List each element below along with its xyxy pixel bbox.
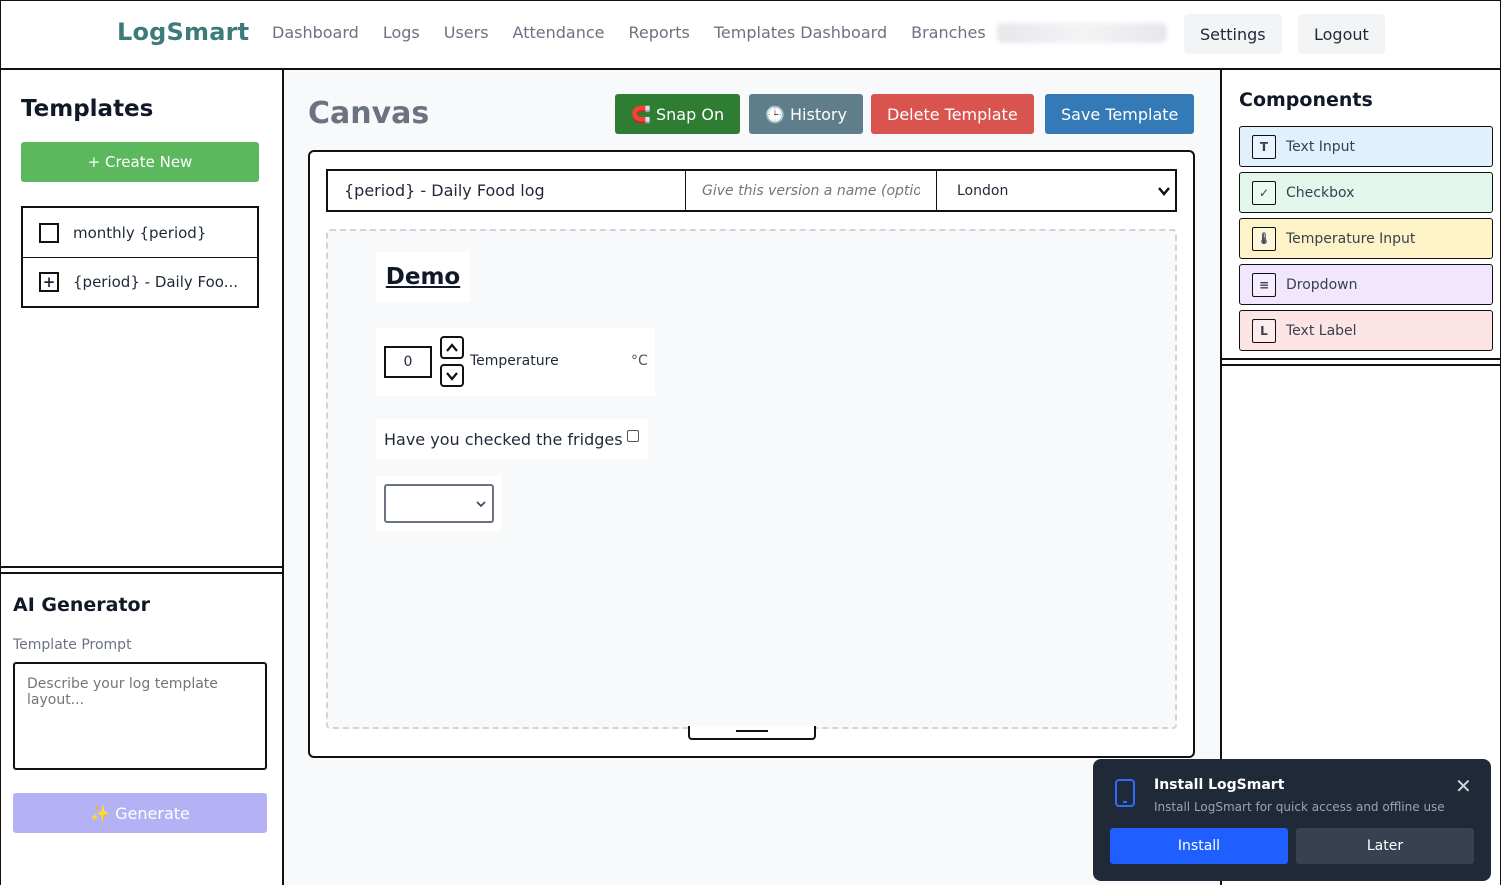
canvas-dropdown[interactable] [376,476,502,531]
component-text-input[interactable]: T Text Input [1239,126,1493,167]
template-name-input[interactable]: {period} - Daily Food log [328,171,686,210]
text-label-icon: L [1252,318,1276,343]
template-prompt-label: Template Prompt [13,637,132,653]
component-label: Dropdown [1286,276,1358,293]
ai-generator-title: AI Generator [13,594,150,616]
chevron-down-icon [476,500,486,507]
component-label: Text Input [1286,138,1356,155]
dropdown-icon: ≡ [1252,272,1276,297]
main-nav: Dashboard Logs Users Attendance Reports … [272,23,1010,42]
canvas-text-label[interactable]: Demo [376,252,470,302]
delete-template-button[interactable]: Delete Template [871,94,1034,134]
increment-button[interactable] [440,336,464,359]
nav-dashboard[interactable]: Dashboard [272,23,359,42]
canvas-frame: {period} - Daily Food log London Demo 0 … [308,150,1195,758]
components-title: Components [1239,89,1373,111]
nav-branches[interactable]: Branches [911,23,986,42]
generate-button[interactable]: ✨ Generate [13,793,267,833]
nav-reports[interactable]: Reports [628,23,689,42]
temperature-value-input[interactable]: 0 [384,346,432,378]
component-temperature-input[interactable]: 🌡 Temperature Input [1239,218,1493,259]
top-navbar: LogSmart Dashboard Logs Users Attendance… [0,0,1501,70]
nav-logs[interactable]: Logs [383,23,420,42]
canvas-area: Canvas 🧲 Snap On 🕒 History Delete Templa… [284,70,1220,885]
thermometer-icon: 🌡 [1252,226,1276,251]
decrement-button[interactable] [440,364,464,387]
checkbox-icon: ✓ [1252,180,1276,205]
install-toast: Install LogSmart Install LogSmart for qu… [1093,759,1491,881]
chevron-down-icon [1158,186,1170,196]
logout-button[interactable]: Logout [1298,14,1385,54]
expand-icon[interactable]: + [39,272,59,292]
component-label: Checkbox [1286,184,1355,201]
later-button[interactable]: Later [1296,828,1474,864]
templates-sidebar: Templates + Create New monthly {period} … [0,70,284,885]
settings-button[interactable]: Settings [1184,14,1282,54]
install-button[interactable]: Install [1110,828,1288,864]
blurred-user-info [997,23,1167,43]
nav-templates-dashboard[interactable]: Templates Dashboard [714,23,887,42]
template-checkbox[interactable] [39,222,59,243]
component-text-label[interactable]: L Text Label [1239,310,1493,351]
temperature-label: Temperature [470,353,559,369]
close-icon[interactable]: ✕ [1455,774,1472,798]
chevron-down-icon [446,371,458,381]
save-template-button[interactable]: Save Template [1045,94,1195,134]
section-divider [1222,358,1501,366]
dropdown-select[interactable] [384,484,494,523]
template-prompt-input[interactable] [13,662,267,770]
template-item-label: monthly {period} [73,223,207,242]
template-item-label: {period} - Daily Foo... [73,273,239,291]
component-label: Text Label [1286,322,1357,339]
branch-select[interactable]: London [937,171,1175,210]
phone-icon [1115,779,1135,807]
template-item[interactable]: monthly {period} [23,208,257,257]
canvas-drop-zone[interactable]: Demo 0 Temperature °C Have you checked t… [326,229,1177,729]
template-list: monthly {period} + {period} - Daily Foo.… [21,206,259,308]
fridge-checkbox[interactable] [626,430,639,442]
canvas-temperature-input[interactable]: 0 Temperature °C [376,328,655,396]
nav-attendance[interactable]: Attendance [513,23,605,42]
nav-users[interactable]: Users [444,23,489,42]
version-name-input[interactable] [686,171,937,210]
toast-subtitle: Install LogSmart for quick access and of… [1154,800,1445,814]
canvas-checkbox[interactable]: Have you checked the fridges [376,419,648,459]
template-meta-row: {period} - Daily Food log London [326,169,1177,212]
canvas-title: Canvas [308,96,430,131]
text-input-icon: T [1252,134,1276,159]
checkbox-label: Have you checked the fridges [384,429,623,449]
section-divider [1,566,283,574]
chevron-up-icon [446,342,458,352]
component-dropdown[interactable]: ≡ Dropdown [1239,264,1493,305]
branch-select-value: London [957,182,1009,199]
component-label: Temperature Input [1286,230,1416,247]
snap-toggle-button[interactable]: 🧲 Snap On [615,94,741,134]
toast-title: Install LogSmart [1154,777,1285,793]
temperature-unit: °C [631,353,648,369]
brand-logo[interactable]: LogSmart [117,18,249,46]
create-new-button[interactable]: + Create New [21,142,259,182]
template-item[interactable]: + {period} - Daily Foo... [23,257,257,306]
templates-title: Templates [21,96,154,122]
component-checkbox[interactable]: ✓ Checkbox [1239,172,1493,213]
history-button[interactable]: 🕒 History [749,94,863,134]
resize-handle[interactable] [688,726,816,740]
